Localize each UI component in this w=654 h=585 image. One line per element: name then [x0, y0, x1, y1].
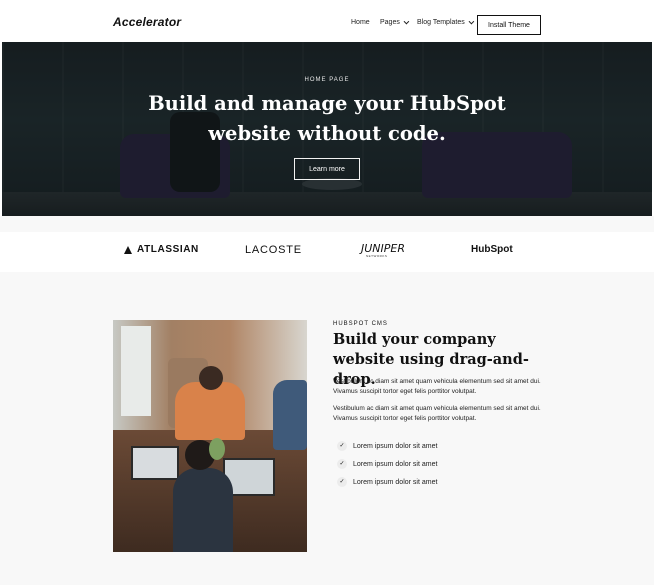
- chevron-down-icon: [468, 18, 474, 24]
- feature-checklist: ✓ Lorem ipsum dolor sit amet ✓ Lorem ips…: [337, 437, 437, 491]
- feature-paragraph: Vestibulum ac diam sit amet quam vehicul…: [333, 405, 541, 422]
- lacoste-logo: LACOSTE: [245, 244, 302, 256]
- checklist-item: ✓ Lorem ipsum dolor sit amet: [337, 455, 437, 473]
- check-icon: ✓: [337, 441, 347, 451]
- hero-title-line: Build and manage your HubSpot: [148, 92, 506, 115]
- hero-title-line: website without code.: [208, 122, 446, 145]
- site-logo[interactable]: Accelerator: [113, 15, 181, 29]
- photo-plant: [209, 438, 225, 460]
- photo-window: [121, 326, 151, 416]
- hero-eyebrow: HOME PAGE: [304, 77, 350, 83]
- atlassian-logo: ATLASSIAN: [124, 244, 199, 255]
- logo-strip: [0, 232, 654, 272]
- checklist-item-label: Lorem ipsum dolor sit amet: [353, 460, 438, 468]
- nav-item-label: Pages: [380, 19, 400, 26]
- nav-item-home[interactable]: Home: [351, 19, 370, 26]
- checklist-item-label: Lorem ipsum dolor sit amet: [353, 478, 438, 486]
- photo-laptop: [131, 446, 179, 480]
- feature-photo: [113, 320, 307, 552]
- nav-item-blog-templates[interactable]: Blog Templates: [417, 18, 474, 26]
- nav-item-pages[interactable]: Pages: [380, 18, 410, 26]
- hero-title: Build and manage your HubSpot website wi…: [2, 89, 652, 149]
- nav-item-label: Blog Templates: [417, 19, 465, 26]
- hubspot-logo: HubSpot: [471, 244, 513, 255]
- atlassian-wordmark: ATLASSIAN: [137, 244, 199, 255]
- chevron-down-icon: [403, 18, 410, 24]
- check-icon: ✓: [337, 477, 347, 487]
- learn-more-button[interactable]: Learn more: [294, 158, 360, 180]
- photo-person-orange: [175, 382, 245, 440]
- checklist-item: ✓ Lorem ipsum dolor sit amet: [337, 473, 437, 491]
- juniper-logo-sub: NETWORKS: [366, 254, 388, 258]
- checklist-item-label: Lorem ipsum dolor sit amet: [353, 442, 438, 450]
- photo-person-dark: [173, 468, 233, 552]
- feature-eyebrow: HUBSPOT CMS: [333, 321, 388, 327]
- photo-person-blue: [273, 380, 307, 450]
- nav-item-label: Home: [351, 19, 370, 26]
- atlassian-icon: [124, 245, 132, 254]
- feature-paragraph: Vestibulum ac diam sit amet quam vehicul…: [333, 378, 541, 395]
- hero-banner: HOME PAGE Build and manage your HubSpot …: [2, 42, 652, 216]
- check-icon: ✓: [337, 459, 347, 469]
- install-theme-button[interactable]: Install Theme: [477, 15, 541, 35]
- site-header: Accelerator Home Pages Blog Templates In…: [0, 0, 654, 42]
- checklist-item: ✓ Lorem ipsum dolor sit amet: [337, 437, 437, 455]
- photo-head: [199, 366, 223, 390]
